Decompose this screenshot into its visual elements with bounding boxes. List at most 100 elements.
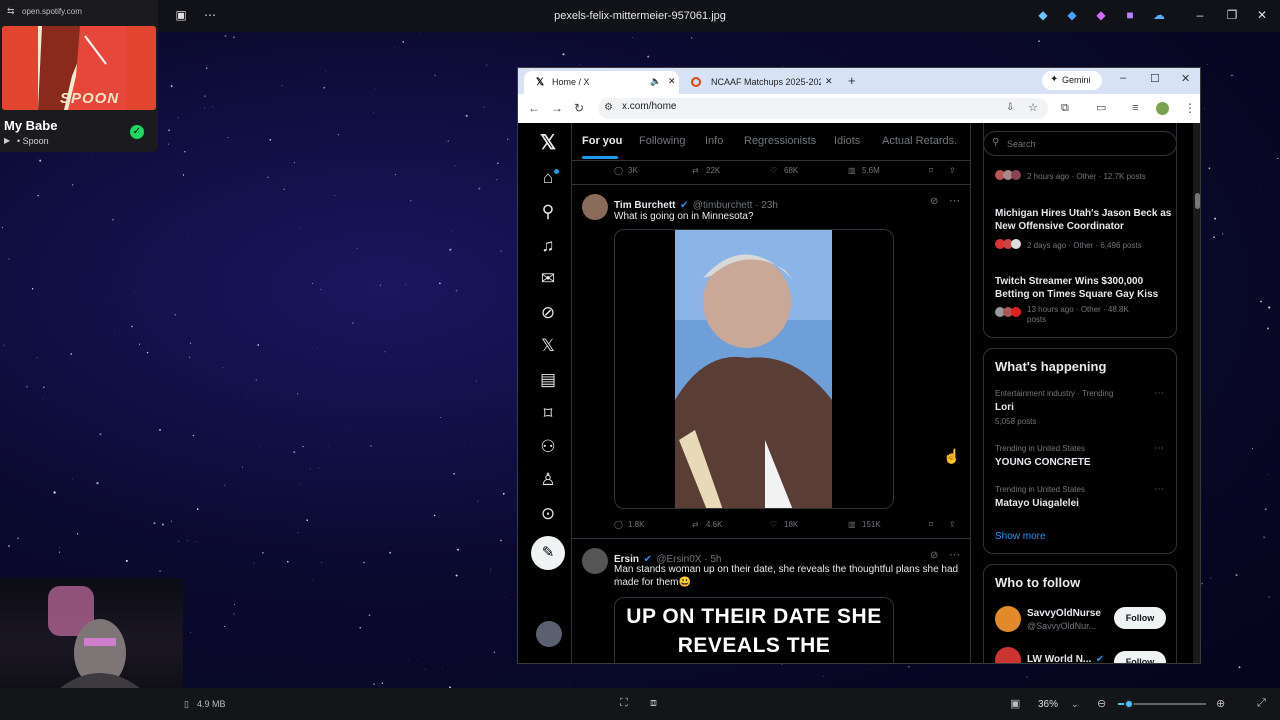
app-icon-1[interactable]: ◆ <box>1036 8 1050 22</box>
ocr-icon[interactable]: ⧈ <box>650 697 657 710</box>
tab-close-icon[interactable]: ✕ <box>825 76 833 87</box>
like-icon[interactable]: ♡ <box>770 166 777 175</box>
gemini-button[interactable]: ✦ Gemini <box>1042 71 1102 90</box>
site-info-icon[interactable]: ⚙ <box>604 101 613 115</box>
repost-icon[interactable]: ⇄ <box>692 520 699 529</box>
tab-for-you[interactable]: For you <box>582 135 622 147</box>
tweet-video[interactable] <box>614 229 894 509</box>
lists-icon[interactable]: ▤ <box>538 370 558 390</box>
share-icon[interactable]: ⇪ <box>949 520 956 529</box>
profile-avatar[interactable] <box>1156 102 1169 115</box>
close-icon[interactable]: ✕ <box>1255 8 1269 22</box>
app-icon-3[interactable]: ◆ <box>1094 8 1108 22</box>
repost-icon[interactable]: ⇄ <box>692 166 699 175</box>
zoom-slider[interactable] <box>1118 699 1206 709</box>
tab-close-icon[interactable]: ✕ <box>668 76 676 87</box>
spotify-miniplayer[interactable]: ⇆ open.spotify.com SPOON My Babe ▶ • Spo… <box>0 0 158 152</box>
account-avatar[interactable] <box>536 621 562 647</box>
premium-icon[interactable]: 𝕏 <box>538 336 558 356</box>
zoom-slider-thumb[interactable] <box>1124 699 1134 709</box>
window-close-icon[interactable]: ✕ <box>1181 72 1190 85</box>
tweet-video[interactable]: UP ON THEIR DATE SHE REVEALS THE THOUGHT… <box>614 597 894 663</box>
zoom-dropdown-icon[interactable]: ⌄ <box>1071 699 1079 710</box>
window-maximize-icon[interactable]: ☐ <box>1150 72 1160 85</box>
trend-title[interactable]: Matayo Uiagalelei <box>995 497 1079 510</box>
views-icon[interactable]: ▥ <box>848 166 856 175</box>
extensions-icon[interactable]: ⧉ <box>1061 101 1069 115</box>
fit-icon[interactable]: ▣ <box>1010 697 1020 710</box>
trend-title[interactable]: Lori <box>995 401 1014 414</box>
url-text[interactable]: x.com/home <box>622 101 676 112</box>
bookmark-icon[interactable]: ⌑ <box>929 520 933 529</box>
page-scrollbar[interactable] <box>1193 123 1200 663</box>
bookmark-star-icon[interactable]: ☆ <box>1028 101 1038 115</box>
communities-icon[interactable]: ⚇ <box>538 437 558 457</box>
tweet-more-icon[interactable]: ⋯ <box>949 548 960 561</box>
app-icon-2[interactable]: ◆ <box>1065 8 1079 22</box>
zoom-in-icon[interactable]: ⊕ <box>1216 697 1225 710</box>
reload-icon[interactable]: ↻ <box>574 101 584 115</box>
maximize-icon[interactable]: ❐ <box>1225 8 1239 22</box>
bookmark-icon[interactable]: ⌑ <box>929 166 933 175</box>
crop-icon[interactable]: ⛶ <box>620 697 628 710</box>
browser-window[interactable]: 𝕏 Home / X 🔈 ✕ NCAAF Matchups 2025-2026 … <box>517 67 1201 664</box>
views-icon[interactable]: ▥ <box>848 520 856 529</box>
tab-regressionists[interactable]: Regressionists <box>744 135 816 147</box>
media-icon[interactable]: ≡ <box>1132 101 1138 115</box>
new-tab-icon[interactable]: + <box>848 73 856 88</box>
trend-more-icon[interactable]: ⋯ <box>1154 388 1164 399</box>
zoom-out-icon[interactable]: ⊖ <box>1097 697 1106 710</box>
trend-title[interactable]: Twitch Streamer Wins $300,000 Betting on… <box>995 275 1175 301</box>
trend-more-icon[interactable]: ⋯ <box>1154 484 1164 495</box>
trend-more-icon[interactable]: ⋯ <box>1154 443 1164 454</box>
reply-icon[interactable]: ◯ <box>614 520 623 529</box>
tab-actual-retards[interactable]: Actual Retards. <box>882 135 957 147</box>
share-icon[interactable]: ⇪ <box>949 166 956 175</box>
messages-icon[interactable]: ✉ <box>538 269 558 289</box>
trend-title[interactable]: Michigan Hires Utah's Jason Beck as New … <box>995 207 1175 233</box>
trend-title[interactable]: YOUNG CONCRETE <box>995 456 1091 469</box>
tweet-more-icon[interactable]: ⋯ <box>949 194 960 207</box>
bookmarks-icon[interactable]: ⌑ <box>538 404 558 424</box>
menu-icon[interactable]: ⋮ <box>1184 101 1196 115</box>
follow-button[interactable]: Follow <box>1114 607 1166 629</box>
grok-icon[interactable]: ⊘ <box>538 303 558 323</box>
follow-button[interactable]: Follow <box>1114 651 1166 663</box>
author-avatar[interactable] <box>582 548 608 574</box>
profile-icon[interactable]: ♙ <box>538 470 558 490</box>
follow-name[interactable]: LW World N... <box>1027 654 1091 663</box>
zoom-level[interactable]: 36% <box>1038 699 1058 710</box>
reply-icon[interactable]: ◯ <box>614 166 623 175</box>
tab-following[interactable]: Following <box>639 135 685 147</box>
follow-avatar[interactable] <box>995 606 1021 632</box>
follow-name[interactable]: SavvyOldNurse <box>1027 607 1101 620</box>
more-circle-icon[interactable]: ⊙ <box>538 504 558 524</box>
saved-check-icon[interactable]: ✓ <box>130 125 144 139</box>
star <box>170 85 173 87</box>
tab-idiots[interactable]: Idiots <box>834 135 860 147</box>
search-icon[interactable]: ⚲ <box>538 202 558 222</box>
window-minimize-icon[interactable]: – <box>1120 72 1126 84</box>
post-button[interactable]: ✎ <box>531 536 565 570</box>
scrollbar-thumb[interactable] <box>1195 193 1200 209</box>
app-icon-5[interactable]: ☁ <box>1152 8 1166 22</box>
like-icon[interactable]: ♡ <box>770 520 777 529</box>
grok-tweet-icon[interactable]: ⊘ <box>930 196 938 207</box>
minimize-icon[interactable]: – <box>1193 8 1207 22</box>
app-icon-4[interactable]: ■ <box>1123 8 1137 22</box>
notifications-icon[interactable]: ♫ <box>538 236 558 256</box>
tab-home-x[interactable]: 𝕏 Home / X 🔈 ✕ <box>524 71 679 94</box>
forward-icon[interactable]: → <box>551 101 563 115</box>
install-icon[interactable]: ⇩ <box>1006 101 1014 115</box>
x-home-logo-icon[interactable]: 𝕏 <box>538 133 558 153</box>
star <box>476 380 477 382</box>
tab-ncaaf[interactable]: NCAAF Matchups 2025-2026 - ✕ <box>683 71 837 94</box>
show-more-link[interactable]: Show more <box>995 531 1046 542</box>
author-avatar[interactable] <box>582 194 608 220</box>
grok-tweet-icon[interactable]: ⊘ <box>930 550 938 561</box>
tab-info[interactable]: Info <box>705 135 723 147</box>
fullscreen-icon[interactable]: ⤢ <box>1257 697 1266 710</box>
audio-icon[interactable]: 🔈 <box>650 76 661 87</box>
back-icon[interactable]: ← <box>528 101 540 115</box>
sidepanel-icon[interactable]: ▭ <box>1096 101 1106 115</box>
